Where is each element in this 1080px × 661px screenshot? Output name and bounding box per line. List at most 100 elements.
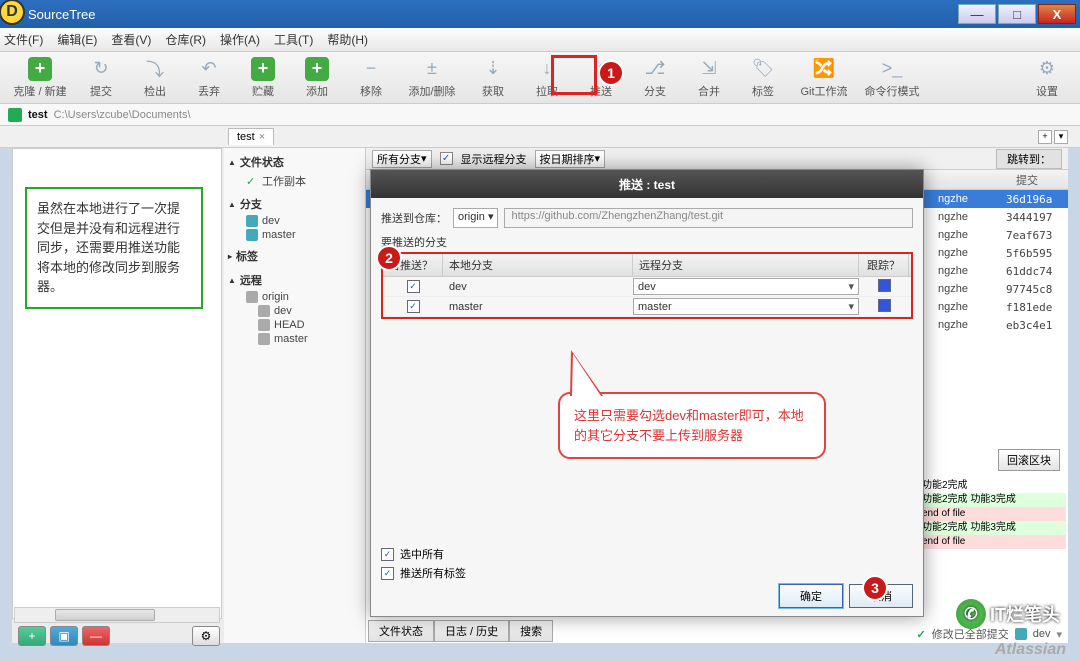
menu-item[interactable]: 编辑(E) xyxy=(57,31,97,48)
toolbar-15[interactable]: >_命令行模式 xyxy=(860,57,924,99)
wechat-icon: ✆ xyxy=(956,599,986,629)
branch-row: ✓mastermaster xyxy=(383,297,911,317)
sidebar-remote-head[interactable]: HEAD xyxy=(228,318,361,332)
close-icon[interactable]: × xyxy=(259,131,265,143)
tabs-row: test × + ▾ xyxy=(0,126,1080,148)
toolbar-icon: 🏷 xyxy=(751,57,775,81)
scrollbar-thumb[interactable] xyxy=(55,609,155,621)
repo-path-row: test C:\Users\zcube\Documents\ xyxy=(0,104,1080,126)
repo-name: test xyxy=(28,109,48,121)
remote-branch-select[interactable]: dev xyxy=(633,278,859,295)
tabs-right-buttons: + ▾ xyxy=(1038,130,1080,144)
sidebar-file-status-header[interactable]: 文件状态 xyxy=(228,152,361,172)
dialog-title: 推送 : test xyxy=(371,170,923,198)
annotation-push-highlight xyxy=(551,55,597,95)
toolbar-4[interactable]: +贮藏 xyxy=(238,57,288,99)
sidebar-branch-master[interactable]: master xyxy=(228,228,361,242)
push-to-label: 推送到仓库： xyxy=(381,210,447,226)
toolbar-settings[interactable]: ⚙设置 xyxy=(1022,57,1072,99)
add-repo-button[interactable]: + xyxy=(18,626,46,646)
col-track: 跟踪？ xyxy=(859,254,909,276)
sort-filter[interactable]: 按日期排序 ▾ xyxy=(535,150,606,168)
menu-item[interactable]: 查看(V) xyxy=(111,31,151,48)
tab-menu-button[interactable]: ▾ xyxy=(1054,130,1068,144)
blog-logo: ✆ IT烂笔头 xyxy=(956,599,1060,629)
ok-button[interactable]: 确定 xyxy=(779,584,843,608)
push-tags-checkbox[interactable]: ✓ xyxy=(381,567,394,580)
status-ok-icon: ✓ xyxy=(917,628,926,641)
window-maximize[interactable]: □ xyxy=(998,4,1036,24)
toolbar-11[interactable]: ⎇分支 xyxy=(630,57,680,99)
toolbar-12[interactable]: ⇲合并 xyxy=(684,57,734,99)
toolbar-6[interactable]: −移除 xyxy=(346,57,396,99)
track-checkbox[interactable] xyxy=(878,279,891,292)
remote-select[interactable]: origin ▾ xyxy=(453,208,498,228)
bottom-tab[interactable]: 搜索 xyxy=(509,620,553,642)
atlassian-brand: Atlassian xyxy=(995,641,1066,659)
menu-item[interactable]: 工具(T) xyxy=(274,31,313,48)
titlebar: SourceTree — □ X xyxy=(0,0,1080,28)
sidebar-remote-origin[interactable]: origin xyxy=(228,290,361,304)
toolbar-7[interactable]: ±添加/删除 xyxy=(400,57,464,99)
sidebar-tags-header[interactable]: 标签 xyxy=(228,246,361,266)
toolbar-0[interactable]: +克隆 / 新建 xyxy=(8,57,72,99)
bookmark-pane: 虽然在本地进行了一次提交但是并没有和远程进行同步，还需要用推送功能将本地的修改同… xyxy=(12,148,222,619)
toolbar-8[interactable]: ⇣获取 xyxy=(468,57,518,99)
remote-branch-select[interactable]: master xyxy=(633,298,859,315)
jump-to[interactable]: 跳转到： xyxy=(996,149,1062,169)
menu-item[interactable]: 仓库(R) xyxy=(165,31,206,48)
new-tab-button[interactable]: + xyxy=(1038,130,1052,144)
col-local: 本地分支 xyxy=(443,254,633,276)
toolbar-icon: ⤵ xyxy=(143,57,167,81)
sidebar-remotes-header[interactable]: 远程 xyxy=(228,270,361,290)
branches-to-push-label: 要推送的分支 xyxy=(381,234,913,250)
push-checkbox[interactable]: ✓ xyxy=(407,300,420,313)
filter-row: 所有分支 ▾ ✓ 显示远程分支 按日期排序 ▾ 跳转到： xyxy=(366,148,1068,170)
sidebar-remote-dev[interactable]: dev xyxy=(228,304,361,318)
settings-small-button[interactable]: ⚙ xyxy=(192,626,220,646)
col-remote: 远程分支 xyxy=(633,254,859,276)
menu-item[interactable]: 帮助(H) xyxy=(327,31,368,48)
toolbar-icon: ⎇ xyxy=(643,57,667,81)
repo-path: C:\Users\zcube\Documents\ xyxy=(54,109,191,121)
toolbar-5[interactable]: +添加 xyxy=(292,57,342,99)
sidebar-branches-header[interactable]: 分支 xyxy=(228,194,361,214)
annotation-step-2: 2 xyxy=(376,245,402,271)
bottom-tab[interactable]: 日志 / 历史 xyxy=(434,620,509,642)
sidebar-branch-dev[interactable]: dev xyxy=(228,214,361,228)
branch-filter[interactable]: 所有分支 ▾ xyxy=(372,150,432,168)
bottom-tab[interactable]: 文件状态 xyxy=(368,620,434,642)
toolbar-1[interactable]: ↻提交 xyxy=(76,57,126,99)
bookmark-scrollbar[interactable] xyxy=(14,607,220,623)
toolbar-icon: + xyxy=(251,57,275,81)
toolbar-icon: >_ xyxy=(880,57,904,81)
toolbar-14[interactable]: 🔀Git工作流 xyxy=(792,57,856,99)
sidebar-working-copy[interactable]: ✓工作副本 xyxy=(228,172,361,190)
toolbar-13[interactable]: 🏷标签 xyxy=(738,57,788,99)
toolbar-3[interactable]: ↶丢弃 xyxy=(184,57,234,99)
track-checkbox[interactable] xyxy=(878,299,891,312)
status-branch-icon xyxy=(1015,628,1027,640)
diff-preview: 功能2完成功能2完成 功能3完成end of file功能2完成 功能3完成en… xyxy=(922,479,1066,549)
menu-item[interactable]: 文件(F) xyxy=(4,31,43,48)
menu-item[interactable]: 操作(A) xyxy=(220,31,260,48)
rollback-button[interactable]: 回滚区块 xyxy=(998,449,1060,471)
remove-button[interactable]: — xyxy=(82,626,110,646)
toolbar-icon: + xyxy=(305,57,329,81)
bookmark-bottom-toolbar: + ▣ — ⚙ xyxy=(14,624,224,648)
select-all-checkbox[interactable]: ✓ xyxy=(381,548,394,561)
window-title: SourceTree xyxy=(28,7,958,22)
toolbar-icon: ↶ xyxy=(197,57,221,81)
window-minimize[interactable]: — xyxy=(958,4,996,24)
toolbar-2[interactable]: ⤵检出 xyxy=(130,57,180,99)
sidebar: 文件状态 ✓工作副本 分支 dev master 标签 远程 origin de… xyxy=(224,148,366,643)
push-checkbox[interactable]: ✓ xyxy=(407,280,420,293)
menubar: 文件(F) 编辑(E) 查看(V) 仓库(R) 操作(A) 工具(T) 帮助(H) xyxy=(0,28,1080,52)
window-close[interactable]: X xyxy=(1038,4,1076,24)
show-remote-checkbox[interactable]: ✓ xyxy=(440,152,453,165)
sidebar-remote-master[interactable]: master xyxy=(228,332,361,346)
repo-tab[interactable]: test × xyxy=(228,128,274,145)
gear-icon: ⚙ xyxy=(1035,57,1059,81)
bottom-tabs: 文件状态日志 / 历史搜索 xyxy=(368,620,553,642)
folder-button[interactable]: ▣ xyxy=(50,626,78,646)
